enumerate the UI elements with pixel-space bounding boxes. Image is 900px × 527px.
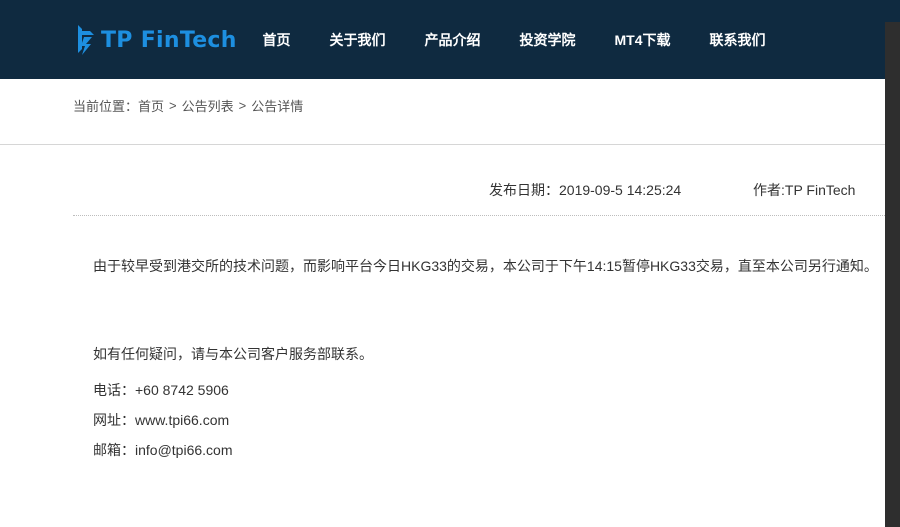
breadcrumb-prefix: 当前位置： xyxy=(73,99,139,114)
article-author: 作者:TP FinTech xyxy=(753,180,855,200)
breadcrumb-bar: 当前位置： 首页 > 公告列表 > 公告详情 xyxy=(0,79,885,145)
logo-text: TP FinTech xyxy=(101,27,237,53)
logo-mark-icon xyxy=(78,25,94,55)
breadcrumb-separator: > xyxy=(169,98,177,113)
notice-paragraph: 由于较早受到港交所的技术问题，而影响平台今日HKG33的交易，本公司于下午14:… xyxy=(93,258,878,274)
nav-item-academy[interactable]: 投资学院 xyxy=(500,30,595,50)
nav-item-products[interactable]: 产品介绍 xyxy=(405,30,500,50)
breadcrumb-item-notice-list[interactable]: 公告列表 xyxy=(182,96,234,115)
author-value: TP FinTech xyxy=(784,182,856,198)
main-nav: 首页 关于我们 产品介绍 投资学院 MT4下载 联系我们 xyxy=(243,0,785,79)
contact-phone: 电话：+60 8742 5906 xyxy=(93,382,229,398)
top-navigation-bar: TP FinTech 首页 关于我们 产品介绍 投资学院 MT4下载 联系我们 xyxy=(0,0,900,79)
contact-email: 邮箱：info@tpi66.com xyxy=(93,442,233,458)
author-label: 作者: xyxy=(753,182,785,198)
site-logo[interactable]: TP FinTech xyxy=(75,22,237,58)
contact-intro-paragraph: 如有任何疑问，请与本公司客户服务部联系。 xyxy=(93,346,373,362)
nav-item-home[interactable]: 首页 xyxy=(243,30,310,50)
nav-item-mt4-download[interactable]: MT4下载 xyxy=(595,30,690,50)
page: TP FinTech 首页 关于我们 产品介绍 投资学院 MT4下载 联系我们 … xyxy=(0,0,900,527)
publish-date: 发布日期：2019-09-5 14:25:24 xyxy=(489,180,681,200)
contact-website: 网址：www.tpi66.com xyxy=(93,412,230,428)
article-meta: 发布日期：2019-09-5 14:25:24 作者:TP FinTech xyxy=(73,145,885,216)
window-edge-strip xyxy=(885,22,900,527)
nav-item-contact[interactable]: 联系我们 xyxy=(690,30,785,50)
publish-date-value: 2019-09-5 14:25:24 xyxy=(559,182,682,198)
breadcrumb-item-home[interactable]: 首页 xyxy=(138,96,164,115)
publish-date-label: 发布日期： xyxy=(489,182,559,198)
breadcrumb-item-notice-detail: 公告详情 xyxy=(251,99,304,114)
breadcrumb: 当前位置： 首页 > 公告列表 > 公告详情 xyxy=(73,96,303,115)
nav-item-about[interactable]: 关于我们 xyxy=(310,30,405,50)
breadcrumb-separator: > xyxy=(238,98,247,113)
